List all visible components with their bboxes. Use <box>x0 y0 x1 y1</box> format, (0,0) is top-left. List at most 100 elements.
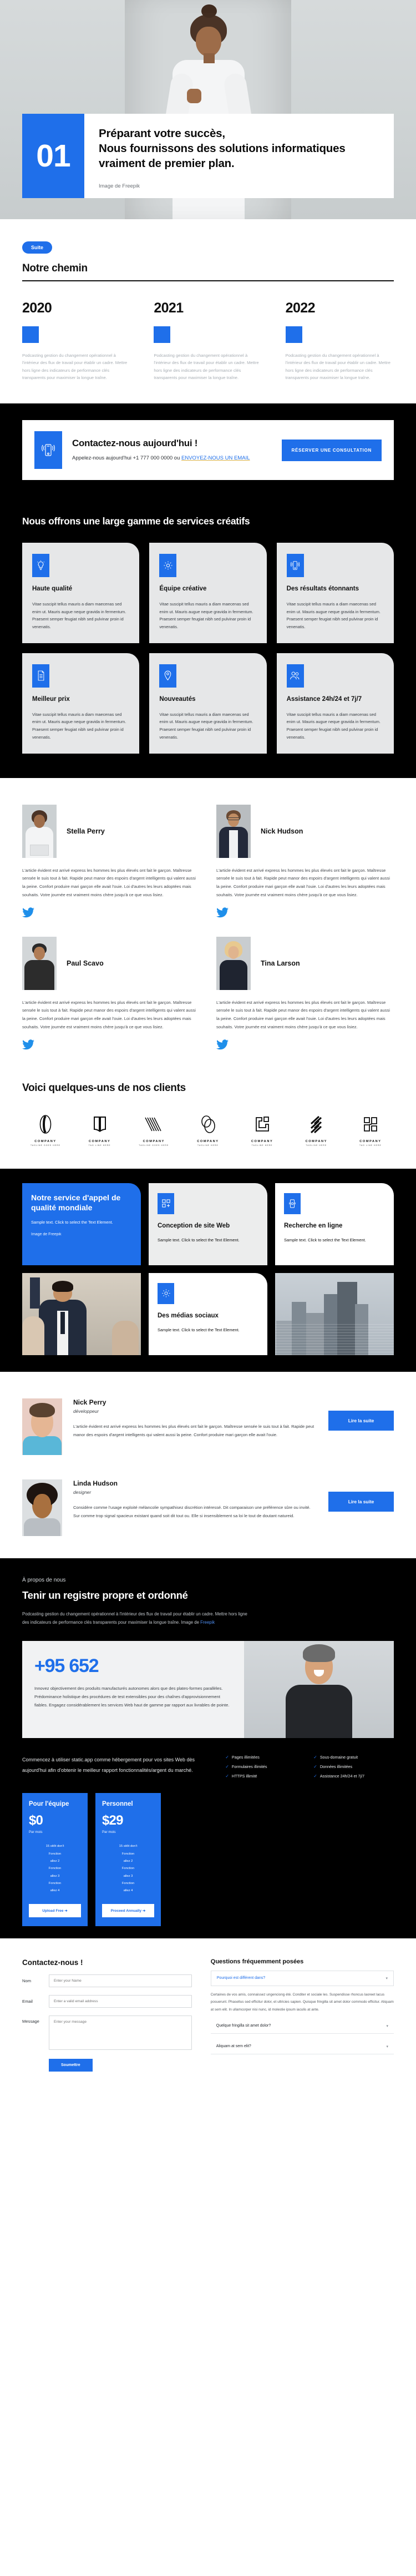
check-icon: ✓ <box>225 1755 229 1760</box>
our-path-title: Notre chemin <box>22 262 88 274</box>
title-divider <box>22 280 394 281</box>
plan-features: 15 sitôt don't Fonction allez 2 Fonction… <box>45 1845 64 1893</box>
plan-cta-button[interactable]: Proceed Annually ➜ <box>102 1903 154 1917</box>
faq-title: Questions fréquemment posées <box>210 1958 304 1965</box>
service-card[interactable]: Haute qualité Vitae suscipit tellus maur… <box>22 543 140 643</box>
service-card[interactable]: Équipe créative Vitae suscipit tellus ma… <box>149 543 267 643</box>
feature-card-text: Sample text. Click to select the Text El… <box>158 1237 240 1242</box>
service-card-text: Vitae suscipit tellus mauris a diam maec… <box>159 602 253 630</box>
name-input[interactable] <box>49 1974 192 1987</box>
feature-card-social-media[interactable]: Des médias sociaux Sample text. Click to… <box>149 1272 267 1355</box>
timeline-year: 2022 <box>285 300 316 316</box>
client-name: COMPANY <box>305 1139 327 1143</box>
twitter-icon[interactable] <box>216 907 394 918</box>
ribbon-oval-mark-icon <box>26 1113 65 1135</box>
hero-credit-link[interactable]: Freepik <box>122 183 140 189</box>
check-icon: ✓ <box>225 1764 229 1770</box>
feature-card-web-design[interactable]: Conception de site Web Sample text. Clic… <box>149 1183 267 1265</box>
team-member-bio: L'article évident est arrivé express les… <box>216 867 390 897</box>
twitter-icon[interactable] <box>216 1039 394 1050</box>
plan-features: 15 sitôt don't Fonction allez 2 Fonction… <box>119 1845 138 1893</box>
message-textarea[interactable] <box>49 2015 192 2050</box>
client-name: COMPANY <box>251 1139 273 1143</box>
plan-name: Pour l'équipe <box>29 1801 69 1808</box>
about-section: À propos de nous Tenir un registre propr… <box>0 1558 416 1938</box>
hero-image-credit: Image de Freepik <box>99 183 379 189</box>
hero-card: 01 Préparant votre succès, Nous fourniss… <box>22 113 394 198</box>
pricing-plans: Pour l'équipe $0 Par mois 15 sitôt don't… <box>22 1793 394 1926</box>
client-logo: COMPANY TAGLINE GOES HERE <box>134 1113 174 1146</box>
feature-grid-section: Notre service d'appel de qualité mondial… <box>0 1168 416 1372</box>
contact-form-section: Contactez-nous ! Nom Email Message Soume… <box>0 1938 416 2097</box>
feature-card-credit: Image de Freepik <box>31 1233 62 1237</box>
service-card[interactable]: Meilleur prix Vitae suscipit tellus maur… <box>22 653 140 754</box>
stat-text: Innovez objectivement des produits manuf… <box>34 1686 230 1708</box>
service-card-text: Vitae suscipit tellus mauris a diam maec… <box>32 602 126 630</box>
client-tagline: TAGLINE HERE <box>306 1144 327 1146</box>
testimonial-role: designer <box>73 1489 92 1495</box>
team-member: Stella Perry L'article évident est arriv… <box>22 804 200 918</box>
plan-card-team[interactable]: Pour l'équipe $0 Par mois 15 sitôt don't… <box>22 1793 88 1926</box>
submit-button[interactable]: Soumettre <box>49 2058 93 2072</box>
avatar <box>22 1479 62 1536</box>
chevron-down-icon: ▾ <box>386 2024 388 2028</box>
pricing-feature-label: Formulaires illimités <box>231 1764 267 1770</box>
faq-question: Quelque fringilla sit amet dolor? <box>216 2024 271 2028</box>
suite-pill[interactable]: Suite <box>22 241 53 254</box>
testimonial-text: L'article évident est arrivé express les… <box>73 1423 314 1437</box>
pricing-feature-list: ✓ Pages illimitées ✓ Sous-domaine gratuit … <box>225 1755 394 1779</box>
double-oval-mark-icon <box>188 1113 228 1135</box>
service-card[interactable]: Assistance 24h/24 et 7j/7 Vitae suscipit… <box>276 653 394 754</box>
twitter-icon[interactable] <box>22 907 200 918</box>
book-consultation-button[interactable]: RÉSERVER UNE CONSULTATION <box>281 439 382 461</box>
service-card-title: Équipe créative <box>159 585 207 593</box>
feature-card-call-service[interactable]: Notre service d'appel de qualité mondial… <box>22 1183 141 1265</box>
email-link[interactable]: ENVOYEZ-NOUS UN EMAIL <box>181 455 250 461</box>
timeline-text: Podcasting gestion du changement opérati… <box>285 353 390 380</box>
open-book-mark-icon <box>80 1113 120 1135</box>
client-tagline: TAGLINE HERE <box>197 1144 219 1146</box>
plan-cta-button[interactable]: Upload Free ➜ <box>29 1903 81 1917</box>
client-name: COMPANY <box>197 1139 219 1143</box>
gear-icon <box>158 1282 174 1304</box>
timeline-item: 2021 Podcasting gestion du changement op… <box>154 300 262 381</box>
plan-card-personal[interactable]: Personnel $29 Par mois 15 sitôt don't Fo… <box>95 1793 161 1926</box>
about-text: Podcasting gestion du changement opérati… <box>22 1610 255 1627</box>
faq-item[interactable]: Aliquam at sem elit? ▾ <box>210 2039 394 2054</box>
timeline-square-icon <box>285 326 302 343</box>
service-card[interactable]: Nouveautés Vitae suscipit tellus mauris … <box>149 653 267 754</box>
avatar <box>22 1398 62 1455</box>
feature-card-title: Des médias sociaux <box>158 1312 219 1319</box>
client-logo: COMPANY TAGLINE HERE <box>188 1113 228 1146</box>
read-more-button[interactable]: Lire la suite <box>328 1491 394 1512</box>
client-tagline: TAGLINE HERE <box>251 1144 273 1146</box>
hero-title-line-2: Nous fournissons des solutions informati… <box>99 142 346 155</box>
pricing-feature: ✓ Assistance 24h/24 et 7j/7 <box>313 1774 394 1779</box>
email-input[interactable] <box>49 1994 192 2008</box>
plan-period: Par mois <box>29 1830 43 1835</box>
client-tagline: TAG LINE HERE <box>359 1144 382 1146</box>
twitter-icon[interactable] <box>22 1039 200 1050</box>
faq-item[interactable]: Quelque fringilla sit amet dolor? ▾ <box>210 2019 394 2034</box>
check-icon: ✓ <box>313 1764 317 1770</box>
read-more-button[interactable]: Lire la suite <box>328 1410 394 1431</box>
check-icon: ✓ <box>225 1774 229 1779</box>
service-card[interactable]: Des résultats étonnants Vitae suscipit t… <box>276 543 394 643</box>
about-credit-link[interactable]: Freepik <box>200 1620 215 1625</box>
page-root: 01 Préparant votre succès, Nous fourniss… <box>0 0 416 2097</box>
team-member: Nick Hudson L'article évident est arrivé… <box>216 804 394 918</box>
timeline-year: 2020 <box>22 300 52 316</box>
pricing-feature: ✓ HTTPS illimité <box>225 1774 306 1779</box>
testimonial-row: Nick Perry développeur L'article évident… <box>22 1386 394 1467</box>
feature-card-online-research[interactable]: Recherche en ligne Sample text. Click to… <box>275 1183 394 1265</box>
faq-question: Aliquam at sem elit? <box>216 2044 251 2049</box>
pricing-section: Commencez à utiliser static.app comme hé… <box>0 1738 416 1938</box>
testimonials-section: Nick Perry développeur L'article évident… <box>0 1372 416 1558</box>
faq-answer: Certaines de vos amis, connaissez ungenc… <box>210 1992 394 2012</box>
faq-item[interactable]: Pourquoi est différent dans? ▾ <box>210 1970 394 1986</box>
pricing-feature: ✓ Données illimitées <box>313 1764 394 1769</box>
timeline-year: 2021 <box>154 300 184 316</box>
testimonial-name: Linda Hudson <box>73 1479 118 1487</box>
feature-card-title: Recherche en ligne <box>284 1222 343 1229</box>
service-card-title: Nouveautés <box>159 695 196 703</box>
